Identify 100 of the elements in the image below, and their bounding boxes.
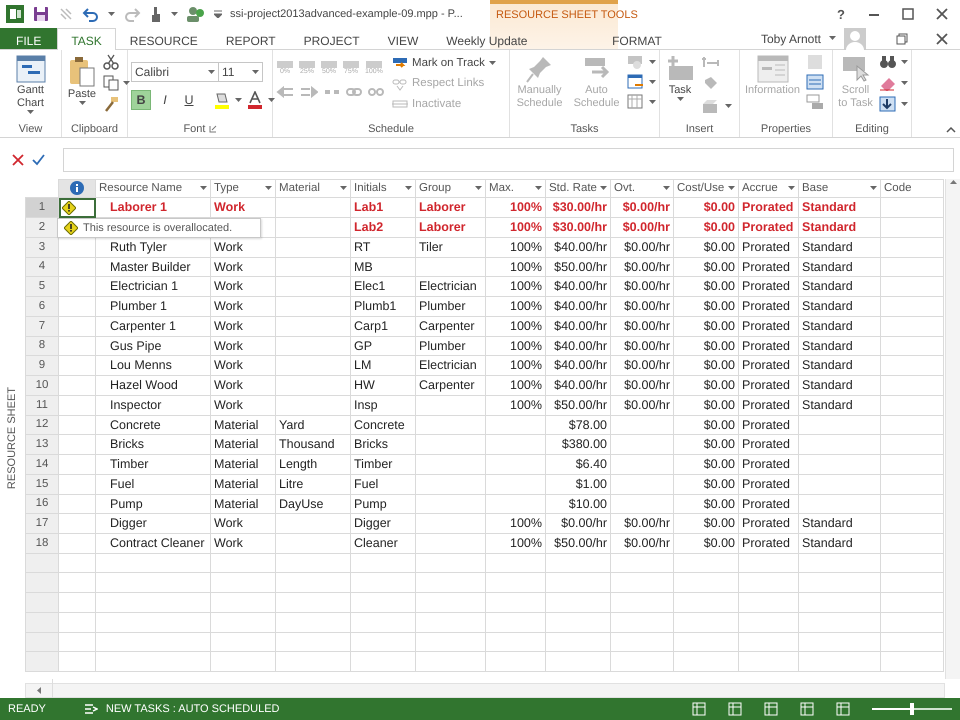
ribbon-tab[interactable]: VIEW	[374, 28, 432, 49]
column-header[interactable]: Group	[416, 180, 486, 198]
task-usage-view-icon[interactable]	[728, 702, 742, 716]
row-number[interactable]: 16	[26, 494, 58, 514]
format-toggle[interactable]: U	[179, 90, 199, 110]
column-header[interactable]: Ovt.	[610, 180, 674, 198]
column-header[interactable]: Accrue	[738, 180, 798, 198]
entry-field[interactable]	[63, 148, 954, 172]
ribbon-button[interactable]: Paste	[65, 52, 99, 108]
ribbon-tab[interactable]: PROJECT	[290, 28, 374, 49]
close-icon[interactable]	[936, 8, 948, 20]
row-number[interactable]: 9	[26, 356, 58, 376]
add-to-timeline-icon[interactable]	[806, 94, 824, 110]
details-icon[interactable]	[806, 74, 824, 90]
customize-menu-icon[interactable]	[214, 10, 222, 18]
eraser-icon[interactable]	[879, 75, 897, 91]
help-button[interactable]: ?	[836, 6, 846, 22]
view-label[interactable]: RESOURCE SHEET	[4, 387, 21, 490]
column-header[interactable]: Material	[276, 180, 350, 198]
paste-icon	[67, 54, 97, 88]
table-cell: Litre	[276, 474, 350, 494]
close-icon[interactable]	[936, 32, 948, 44]
table-cell: Work	[210, 237, 276, 257]
row-number[interactable]: 13	[26, 434, 58, 454]
ribbon-button[interactable]: Task	[663, 52, 697, 104]
column-header[interactable]: Initials	[350, 180, 416, 198]
collapse-ribbon-icon[interactable]	[946, 126, 956, 133]
column-header[interactable]: Code	[880, 180, 944, 198]
zoom-slider-thumb[interactable]	[910, 703, 914, 715]
ribbon-button[interactable]: Gantt Chart	[3, 52, 58, 118]
column-header[interactable]: Base	[798, 180, 880, 198]
cancel-icon[interactable]	[12, 154, 24, 166]
resource-sheet-view-icon[interactable]	[800, 702, 814, 716]
format-toggle[interactable]: B	[131, 90, 151, 110]
row-number[interactable]: 1	[26, 198, 58, 218]
dialog-launcher-icon[interactable]	[208, 125, 217, 134]
row-number[interactable]: 4	[26, 257, 58, 277]
format-painter-icon[interactable]	[103, 96, 119, 112]
undo-icon[interactable]	[82, 6, 100, 22]
row-number[interactable]: 11	[26, 395, 58, 415]
table-cell: 100%	[486, 534, 546, 554]
binoculars-icon[interactable]	[879, 54, 897, 70]
row-number[interactable]: 5	[26, 276, 58, 296]
table-cell: Electrician	[416, 356, 486, 376]
ribbon-tab[interactable]: FORMAT	[572, 28, 701, 49]
column-header[interactable]: Resource Name	[96, 180, 210, 198]
table-cell: $40.00/hr	[546, 376, 610, 396]
row-number[interactable]: 10	[26, 376, 58, 396]
font-color-icon[interactable]	[246, 91, 264, 109]
format-toggle[interactable]: I	[155, 90, 175, 110]
row-number[interactable]: 15	[26, 474, 58, 494]
table-cell: Tiler	[416, 237, 486, 257]
table-cell: Timber	[350, 454, 416, 474]
task-mode-icon[interactable]	[627, 74, 645, 90]
group-label: Clipboard	[70, 123, 118, 135]
user-name[interactable]: Toby Arnott	[760, 30, 821, 48]
table-cell: Standard	[798, 336, 880, 356]
column-header[interactable]: Max.	[486, 180, 546, 198]
row-number[interactable]: 14	[26, 454, 58, 474]
group-label: Editing	[855, 123, 889, 135]
highlight-color-icon[interactable]	[213, 91, 231, 109]
cut-icon[interactable]	[103, 54, 119, 70]
people-icon[interactable]	[186, 5, 206, 23]
column-header[interactable]: Type	[210, 180, 276, 198]
ribbon-tab[interactable]: REPORT	[212, 28, 290, 49]
restore-icon[interactable]	[896, 32, 908, 44]
font-size-field[interactable]: 11	[219, 62, 263, 82]
font-name-field[interactable]: Calibri	[131, 62, 219, 82]
copy-icon[interactable]	[103, 75, 119, 91]
row-number[interactable]: 6	[26, 296, 58, 316]
save-icon[interactable]	[32, 5, 50, 23]
row-number[interactable]: 3	[26, 237, 58, 257]
ribbon-tab[interactable]: TASK	[57, 28, 116, 50]
column-header[interactable]: Cost/Use	[674, 180, 738, 198]
vertical-scrollbar[interactable]	[945, 179, 960, 679]
ribbon-tab[interactable]: FILE	[0, 28, 58, 49]
column-header[interactable]: Std. Rate	[546, 180, 610, 198]
row-number[interactable]: 7	[26, 316, 58, 336]
selected-cell[interactable]	[58, 198, 96, 218]
enter-icon[interactable]	[32, 154, 45, 166]
row-number[interactable]: 8	[26, 336, 58, 356]
ribbon-tab[interactable]: Weekly Update	[432, 28, 542, 49]
row-number[interactable]: 17	[26, 514, 58, 534]
table-cell: Plumber	[416, 336, 486, 356]
calendar-icon[interactable]	[627, 94, 645, 110]
ribbon-button[interactable]: Mark on Track	[390, 54, 498, 74]
ribbon-tab[interactable]: RESOURCE	[116, 28, 212, 49]
row-number[interactable]: 2	[26, 218, 58, 238]
table-cell: Plumber	[416, 296, 486, 316]
report-view-icon[interactable]	[836, 702, 850, 716]
row-number[interactable]: 18	[26, 534, 58, 554]
team-planner-view-icon[interactable]	[764, 702, 778, 716]
contextual-tab-header: RESOURCE SHEET TOOLS	[496, 8, 638, 23]
status-text[interactable]: NEW TASKS : AUTO SCHEDULED	[106, 700, 280, 718]
fill-down-icon[interactable]	[879, 96, 897, 112]
maximize-icon[interactable]	[902, 8, 914, 20]
table-cell: Contract Cleaner	[96, 534, 210, 554]
table-cell: Concrete	[350, 415, 416, 435]
gantt-view-icon[interactable]	[692, 702, 706, 716]
row-number[interactable]: 12	[26, 415, 58, 435]
